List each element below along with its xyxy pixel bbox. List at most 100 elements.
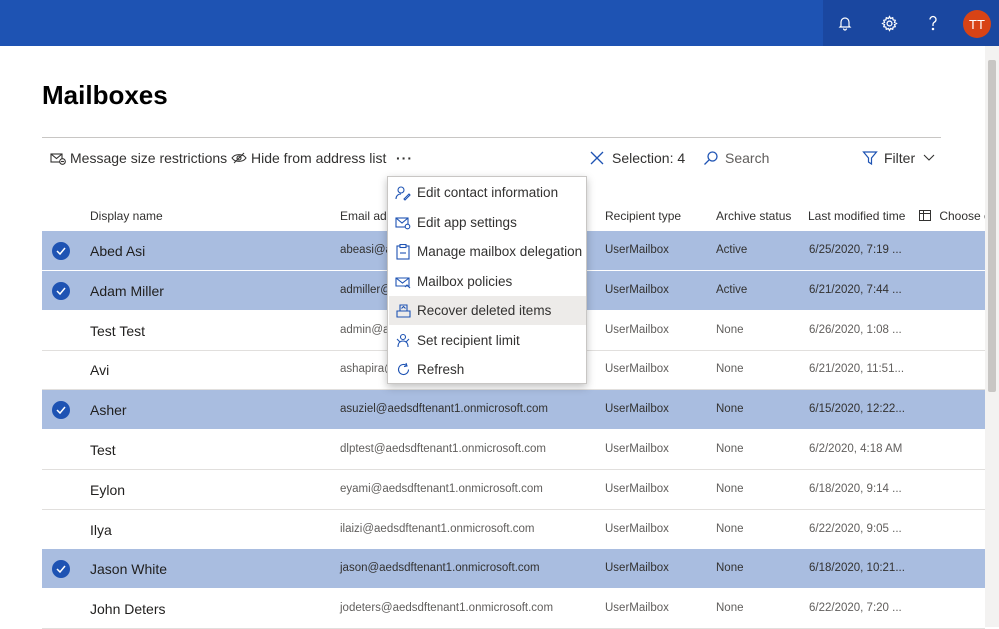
menu-item-edit-contact[interactable]: Edit contact information [389, 178, 586, 207]
last-modified-cell: 6/22/2020, 7:20 ... [809, 602, 902, 615]
recipient-type-cell: UserMailbox [605, 403, 669, 416]
row-checkbox[interactable] [52, 560, 70, 579]
recipient-type-cell: UserMailbox [605, 323, 669, 336]
search-label: Search [725, 150, 770, 166]
last-modified-cell: 6/26/2020, 1:08 ... [809, 323, 902, 336]
menu-item-manage-delegation[interactable]: Manage mailbox delegation [389, 237, 586, 266]
table-row[interactable]: John Deters jodeters@aedsdftenant1.onmicr… [42, 589, 985, 629]
menu-item-mailbox-policies[interactable]: Mailbox policies [389, 267, 586, 296]
search-button[interactable]: Search [703, 146, 769, 170]
email-cell: ilaizi@aedsdftenant1.onmicrosoft.com [340, 522, 535, 535]
checkmark-icon [56, 247, 66, 255]
checkmark-icon [56, 287, 66, 295]
menu-item-label: Mailbox policies [417, 274, 513, 289]
last-modified-cell: 6/18/2020, 10:21... [809, 562, 905, 575]
table-row[interactable]: Ilya ilaizi@aedsdftenant1.onmicrosoft.com… [42, 510, 985, 550]
archive-status-cell: None [716, 323, 744, 336]
display-name-cell[interactable]: Test Test [90, 323, 145, 339]
clear-selection-button[interactable]: Selection: 4 [589, 146, 685, 170]
table-row[interactable]: Eylon eyami@aedsdftenant1.onmicrosoft.com… [42, 470, 985, 510]
delegation-icon [396, 243, 410, 260]
recipient-type-cell: UserMailbox [605, 244, 669, 256]
archive-status-cell: None [716, 482, 744, 495]
archive-status-cell: None [716, 443, 744, 455]
display-name-cell[interactable]: Eylon [90, 482, 125, 498]
table-row[interactable]: Test dlptest@aedsdftenant1.onmicrosoft.co… [42, 430, 985, 470]
display-name-cell[interactable]: Avi [90, 362, 109, 378]
email-cell: abeasi@a [340, 244, 392, 256]
recipient-type-cell: UserMailbox [605, 562, 669, 575]
notifications-button[interactable] [823, 0, 867, 46]
recipient-type-cell: UserMailbox [605, 602, 669, 615]
more-actions-menu: Edit contact information Edit app settin… [387, 176, 587, 384]
recipient-type-cell: UserMailbox [605, 283, 669, 296]
archive-status-cell: None [716, 602, 744, 615]
bell-icon [838, 17, 852, 31]
menu-item-label: Manage mailbox delegation [417, 244, 583, 259]
column-last-modified[interactable]: Last modified time [808, 209, 905, 223]
column-display-name[interactable]: Display name [90, 209, 163, 223]
last-modified-cell: 6/25/2020, 7:19 ... [809, 244, 902, 256]
help-icon [929, 15, 937, 31]
hide-label: Hide from address list [251, 150, 387, 166]
display-name-cell[interactable]: Adam Miller [90, 283, 164, 299]
recipient-type-cell: UserMailbox [605, 522, 669, 535]
help-button[interactable] [911, 0, 955, 46]
message-size-restrictions-button[interactable]: Message size restrictions [50, 146, 227, 170]
archive-status-cell: Active [716, 283, 748, 296]
hide-icon [231, 152, 247, 164]
display-name-cell[interactable]: Test [90, 442, 116, 458]
menu-item-edit-app-settings[interactable]: Edit app settings [389, 208, 586, 237]
column-recipient-type[interactable]: Recipient type [605, 209, 681, 223]
column-email[interactable]: Email add [340, 209, 393, 223]
display-name-cell[interactable]: Abed Asi [90, 243, 145, 259]
menu-item-label: Edit contact information [417, 185, 559, 200]
display-name-cell[interactable]: Jason White [90, 561, 167, 577]
chevron-down-icon [923, 154, 935, 161]
last-modified-cell: 6/18/2020, 9:14 ... [809, 482, 902, 495]
email-cell: eyami@aedsdftenant1.onmicrosoft.com [340, 482, 543, 495]
menu-item-refresh[interactable]: Refresh [389, 355, 586, 384]
menu-item-recover-deleted[interactable]: Recover deleted items [389, 296, 586, 325]
close-icon [590, 151, 604, 165]
menu-item-label: Recover deleted items [417, 303, 552, 318]
contact-edit-icon [395, 185, 411, 201]
last-modified-cell: 6/15/2020, 12:22... [809, 403, 905, 416]
settings-button[interactable] [867, 0, 911, 46]
avatar[interactable]: TT [963, 10, 991, 38]
display-name-cell[interactable]: John Deters [90, 601, 165, 617]
gear-icon [880, 14, 898, 32]
scrollbar-thumb[interactable] [988, 60, 996, 392]
mail-policy-icon [395, 276, 411, 288]
menu-item-set-recipient-limit[interactable]: Set recipient limit [389, 326, 586, 355]
table-row[interactable]: Jason White jason@aedsdftenant1.onmicroso… [42, 549, 985, 590]
columns-icon [919, 210, 931, 221]
recipient-type-cell: UserMailbox [605, 443, 669, 455]
menu-item-label: Edit app settings [417, 215, 517, 230]
display-name-cell[interactable]: Ilya [90, 522, 112, 538]
last-modified-cell: 6/21/2020, 11:51... [809, 363, 905, 376]
checkmark-icon [56, 565, 66, 574]
archive-status-cell: None [716, 522, 744, 535]
mail-settings-icon [395, 216, 411, 229]
column-archive-status[interactable]: Archive status [716, 209, 791, 223]
recover-icon [395, 304, 411, 318]
row-checkbox[interactable] [52, 281, 70, 300]
people-limit-icon [396, 333, 410, 347]
row-checkbox[interactable] [52, 401, 70, 420]
email-cell: admin@a [340, 323, 390, 336]
archive-status-cell: None [716, 363, 744, 376]
recipient-type-cell: UserMailbox [605, 482, 669, 495]
filter-button[interactable]: Filter [862, 146, 939, 170]
filter-label: Filter [884, 150, 916, 166]
email-cell: admiller@ [340, 283, 392, 296]
table-row[interactable]: Asher asuziel@aedsdftenant1.onmicrosoft.c… [42, 390, 985, 431]
hide-from-address-list-button[interactable]: Hide from address list [231, 146, 386, 170]
refresh-icon [397, 362, 409, 375]
last-modified-cell: 6/2/2020, 4:18 AM [809, 443, 903, 455]
more-button[interactable]: ··· [396, 146, 413, 170]
display-name-cell[interactable]: Asher [90, 402, 127, 418]
more-icon: ··· [396, 150, 413, 166]
email-cell: asuziel@aedsdftenant1.onmicrosoft.com [340, 403, 548, 416]
row-checkbox[interactable] [52, 242, 70, 260]
